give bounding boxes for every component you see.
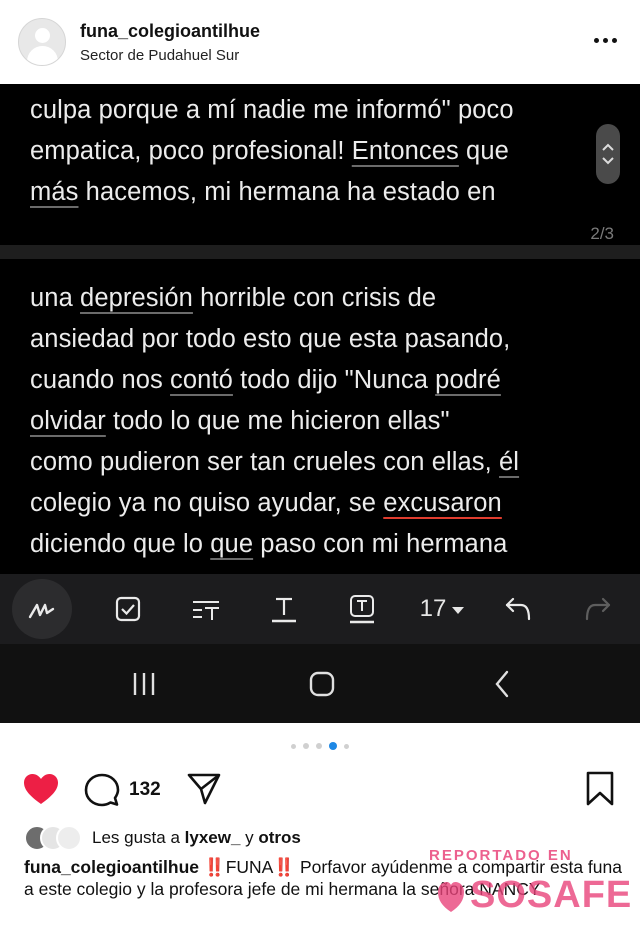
note-line: cuando nos contó todo dijo "Nunca podré: [30, 366, 501, 394]
note-line: como pudieron ser tan crueles con ellas,…: [30, 448, 520, 476]
chevron-up-icon: [602, 143, 614, 151]
page-divider: [0, 245, 640, 259]
font-size-value: 17: [419, 595, 447, 622]
note-line: culpa porque a mí nadie me informó" poco: [30, 96, 514, 124]
comment-count[interactable]: 132: [129, 779, 161, 801]
carousel-dot-active: [329, 742, 337, 750]
back-icon[interactable]: [472, 664, 532, 704]
system-nav-bar: [0, 644, 640, 723]
font-size-select[interactable]: 17: [410, 579, 474, 639]
watermark-logo: SOSAFE: [436, 874, 632, 917]
share-send-icon[interactable]: [186, 772, 222, 811]
note-line: ansiedad por todo esto que esta pasando,: [30, 325, 511, 353]
undo-icon[interactable]: [490, 579, 546, 639]
double-exclamation-emoji: ‼️: [203, 857, 226, 877]
carousel-dot: [344, 743, 349, 749]
carousel-dot: [316, 743, 322, 749]
post-header: funa_colegioantilhue Sector de Pudahuel …: [0, 0, 640, 84]
home-icon[interactable]: [292, 664, 352, 704]
dropdown-arrow-icon: [452, 607, 465, 614]
page-counter: 2/3: [590, 224, 614, 243]
text-style-icon[interactable]: [178, 579, 234, 639]
redo-icon[interactable]: [570, 579, 626, 639]
more-options-icon[interactable]: [590, 30, 620, 50]
note-text-page2: culpa porque a mí nadie me informó" poco…: [30, 90, 514, 213]
likes-summary[interactable]: Les gusta a lyxew_ y otros: [24, 824, 301, 852]
save-bookmark-icon[interactable]: [585, 771, 615, 812]
carousel-indicator: [0, 742, 640, 750]
post-actions: 132: [0, 768, 640, 812]
avatar-head: [35, 28, 50, 43]
text-box-icon[interactable]: [334, 579, 390, 639]
likes-text: Les gusta a lyxew_ y otros: [92, 828, 301, 847]
carousel-dot: [303, 743, 309, 749]
caption-funa-word: FUNA: [225, 857, 274, 877]
post-username[interactable]: funa_colegioantilhue: [80, 21, 260, 42]
post-location[interactable]: Sector de Pudahuel Sur: [80, 47, 239, 64]
editor-toolbar: 17: [0, 574, 640, 644]
recent-apps-icon[interactable]: [114, 664, 174, 704]
liker-avatar: [56, 825, 82, 851]
note-line: empatica, poco profesional! Entonces que: [30, 137, 509, 165]
like-heart-icon[interactable]: [22, 772, 60, 811]
post-image[interactable]: culpa porque a mí nadie me informó" poco…: [0, 84, 640, 723]
note-line: una depresión horrible con crisis de: [30, 284, 437, 312]
liker-username[interactable]: lyxew_: [185, 828, 241, 847]
text-format-icon[interactable]: [256, 579, 312, 639]
comment-icon[interactable]: [84, 772, 120, 813]
carousel-dot: [291, 743, 296, 749]
note-line: más hacemos, mi hermana ha estado en: [30, 178, 496, 206]
note-text-page3: una depresión horrible con crisis de ans…: [30, 278, 519, 565]
handwriting-pen-icon[interactable]: [12, 579, 72, 639]
profile-avatar[interactable]: [18, 18, 66, 66]
likes-others-link[interactable]: otros: [258, 828, 301, 847]
checkbox-icon[interactable]: [100, 579, 156, 639]
scroll-handle[interactable]: [596, 124, 620, 184]
note-line: diciendo que lo que paso con mi hermana: [30, 530, 508, 558]
watermark-brand: SOSAFE: [470, 874, 633, 916]
note-line: colegio ya no quiso ayudar, se excusaron: [30, 489, 502, 517]
caption-username[interactable]: funa_colegioantilhue: [24, 857, 199, 877]
double-exclamation-emoji: ‼️: [273, 857, 296, 877]
shield-heart-icon: [438, 881, 464, 912]
chevron-down-icon: [602, 157, 614, 165]
note-line: olvidar todo lo que me hicieron ellas": [30, 407, 450, 435]
watermark-tagline: REPORTADO EN: [429, 847, 573, 864]
avatar-torso: [27, 46, 58, 65]
